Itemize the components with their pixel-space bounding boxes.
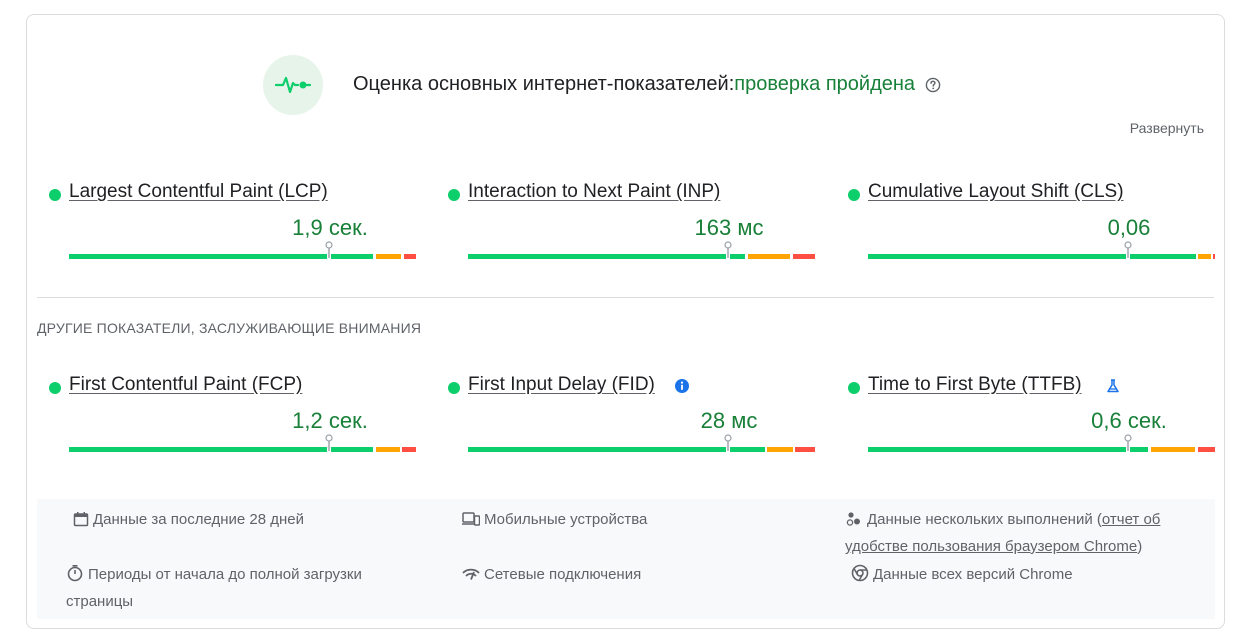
footer-period: Данные за последние 28 дней (73, 508, 304, 535)
bar-segment-good-tail (1130, 447, 1148, 452)
footer-versions-text: Данные всех версий Chrome (873, 566, 1073, 583)
footer-devices-text: Мобильные устройства (484, 511, 648, 528)
p75-marker-icon (1124, 434, 1132, 451)
metric-inp-link[interactable]: Interaction to Next Paint (INP) (468, 181, 720, 203)
other-metrics-heading: ДРУГИЕ ПОКАЗАТЕЛИ, ЗАСЛУЖИВАЮЩИЕ ВНИМАНИ… (37, 320, 422, 336)
section-divider (37, 297, 1214, 298)
bar-segment-needs-improvement (767, 447, 793, 452)
assessment-label: Оценка основных интернет-показателей: (353, 73, 735, 95)
bar-segment-needs-improvement (1198, 254, 1211, 259)
bar-segment-poor (1198, 447, 1215, 452)
metric-ttfb: Time to First Byte (TTFB) 0,6 сек. (848, 368, 1218, 468)
bar-segment-poor (404, 254, 416, 259)
metric-fcp-value: 1,2 сек. (292, 408, 368, 433)
help-icon[interactable] (925, 77, 941, 93)
footer-network-text: Сетевые подключения (484, 566, 642, 583)
metric-inp-value: 163 мс (694, 215, 764, 240)
distribution-bar (868, 241, 1215, 259)
timer-icon (66, 564, 84, 590)
metric-lcp: Largest Contentful Paint (LCP) 1,9 сек. (49, 175, 419, 275)
footer-network: Сетевые подключения (462, 563, 641, 590)
metric-fid-link[interactable]: First Input Delay (FID) (468, 374, 655, 396)
bar-segment-needs-improvement (1151, 447, 1195, 452)
metric-ttfb-link[interactable]: Time to First Byte (TTFB) (868, 374, 1082, 396)
assessment-title: Оценка основных интернет-показателей: про… (353, 73, 941, 96)
bar-segment-needs-improvement (748, 254, 790, 259)
calendar-icon (73, 511, 89, 535)
distribution-bar (468, 241, 815, 259)
metric-cls: Cumulative Layout Shift (CLS) 0,06 (848, 175, 1218, 275)
bar-segment-poor (795, 447, 815, 452)
footer-runs: Данные нескольких выполнений (отчет об у… (845, 508, 1205, 559)
bar-segment-poor (793, 254, 815, 259)
status-good-dot (848, 382, 860, 394)
bar-segment-needs-improvement (376, 447, 400, 452)
metric-fid-value: 28 мс (700, 408, 758, 433)
metric-cls-value: 0,06 (1107, 215, 1151, 240)
p75-marker-icon (325, 241, 333, 258)
footer-versions: Данные всех версий Chrome (851, 563, 1073, 590)
status-good-dot (848, 189, 860, 201)
distribution-bar (468, 434, 815, 452)
p75-marker-icon (325, 434, 333, 451)
metric-fid: First Input Delay (FID) 28 мс (448, 368, 818, 468)
footer-loading: Периоды от начала до полной загрузки стр… (66, 563, 426, 614)
bar-segment-good (468, 254, 726, 259)
chrome-icon (851, 564, 869, 590)
bar-segment-good-tail (1130, 254, 1196, 259)
bar-segment-good-tail (730, 447, 765, 452)
bar-segment-good-tail (331, 254, 373, 259)
bar-segment-good (468, 447, 726, 452)
p75-marker-icon (724, 241, 732, 258)
bar-segment-needs-improvement (376, 254, 401, 259)
footer-runs-prefix: Данные нескольких выполнений ( (867, 511, 1102, 528)
network-icon (462, 566, 480, 590)
status-good-dot (49, 382, 61, 394)
assessment-result: проверка пройдена (734, 73, 916, 95)
core-web-vitals-icon (263, 55, 323, 115)
data-source-footer: Данные за последние 28 дней Мобильные ус… (37, 499, 1215, 619)
info-icon[interactable] (674, 378, 690, 394)
footer-runs-suffix: ) (1137, 538, 1143, 555)
bar-segment-good-tail (730, 254, 745, 259)
metric-lcp-link[interactable]: Largest Contentful Paint (LCP) (69, 181, 328, 203)
metric-fcp: First Contentful Paint (FCP) 1,2 сек. (49, 368, 419, 468)
footer-period-text: Данные за последние 28 дней (93, 511, 305, 528)
footer-loading-text: Периоды от начала до полной загрузки стр… (66, 566, 362, 610)
status-good-dot (49, 189, 61, 201)
metric-inp: Interaction to Next Paint (INP) 163 мс (448, 175, 818, 275)
metric-lcp-value: 1,9 сек. (292, 215, 368, 240)
bar-segment-good (69, 447, 327, 452)
bar-segment-good (868, 447, 1126, 452)
bar-segment-good (868, 254, 1126, 259)
metric-fcp-link[interactable]: First Contentful Paint (FCP) (69, 374, 302, 396)
distribution-bar (868, 434, 1215, 452)
footer-devices: Мобильные устройства (462, 508, 647, 535)
bar-segment-good-tail (331, 447, 373, 452)
status-good-dot (448, 189, 460, 201)
p75-marker-icon (724, 434, 732, 451)
distribution-bar (69, 434, 416, 452)
distribution-bar (69, 241, 416, 259)
multiple-runs-icon (845, 511, 863, 535)
p75-marker-icon (1124, 241, 1132, 258)
metric-cls-link[interactable]: Cumulative Layout Shift (CLS) (868, 181, 1124, 203)
field-data-card: Оценка основных интернет-показателей: про… (26, 14, 1225, 629)
bar-segment-poor (1213, 254, 1215, 259)
metric-ttfb-value: 0,6 сек. (1091, 408, 1167, 433)
bar-segment-good (69, 254, 327, 259)
flask-icon[interactable] (1105, 378, 1121, 394)
status-good-dot (448, 382, 460, 394)
bar-segment-poor (402, 447, 416, 452)
devices-icon (462, 511, 481, 535)
expand-button[interactable]: Развернуть (1130, 120, 1204, 136)
